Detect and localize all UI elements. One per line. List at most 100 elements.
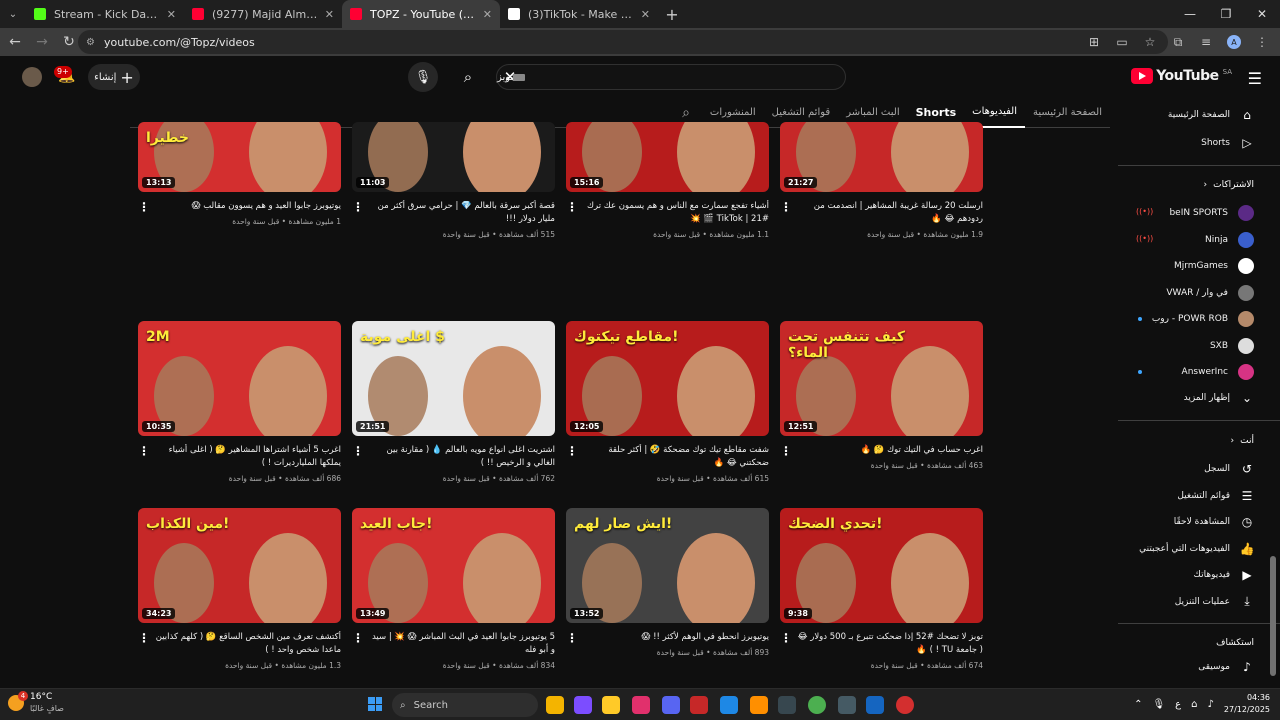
video-thumbnail[interactable]: 21:27 bbox=[780, 122, 983, 192]
tab-search-button[interactable]: ⌄ bbox=[0, 0, 26, 28]
video-title[interactable]: توبز لا تضحك #52 إذا ضحكت تتبرع بـ 500 د… bbox=[794, 631, 983, 657]
taskbar-app-icon[interactable] bbox=[574, 696, 592, 714]
video-menu-icon[interactable]: ⋮ bbox=[138, 444, 150, 458]
sidebar-item[interactable]: SXB bbox=[1210, 337, 1254, 354]
new-tab-button[interactable]: + bbox=[658, 0, 686, 28]
page-scrollbar[interactable] bbox=[1270, 556, 1276, 676]
sidebar-section-header[interactable]: أنت ‹ bbox=[1231, 436, 1254, 446]
search-icon[interactable]: ⌕ bbox=[452, 62, 484, 92]
keyboard-icon[interactable] bbox=[513, 74, 525, 81]
cast-icon[interactable]: ▭ bbox=[1110, 30, 1134, 54]
video-thumbnail[interactable]: ايش صار لهم! 13:52 bbox=[566, 508, 769, 623]
channel-tab[interactable]: الصفحة الرئيسية bbox=[1025, 98, 1110, 128]
taskbar-app-icon[interactable] bbox=[778, 696, 796, 714]
video-card[interactable]: مين الكذاب! 34:23 أكتشف تعرف مين الشخص الس… bbox=[138, 508, 341, 670]
browser-tab[interactable]: TOPZ - YouTube تويز (9277) ✕ bbox=[342, 0, 500, 28]
video-card[interactable]: تحدي الضحك! 9:38 توبز لا تضحك #52 إذا ضحكت… bbox=[780, 508, 983, 670]
translate-icon[interactable]: ⊞ bbox=[1082, 30, 1106, 54]
video-card[interactable]: 11:03 قصة أكبر سرقة بالعالم 💎 | حرامي سرق… bbox=[352, 122, 555, 239]
address-bar[interactable]: ⚙ youtube.com/@Topz/videos bbox=[78, 30, 1168, 54]
video-card[interactable]: خطيرا 13:13 يوتيوبرز جابوا العيد و هم يسوو… bbox=[138, 122, 341, 226]
video-thumbnail[interactable]: 11:03 bbox=[352, 122, 555, 192]
taskbar-app-icon[interactable] bbox=[546, 696, 564, 714]
sidebar-item[interactable]: ▶ فيديوهاتك bbox=[1194, 568, 1254, 582]
video-title[interactable]: أكتشف تعرف مين الشخص الساقع 🤔 ( كلهم كذا… bbox=[152, 631, 341, 657]
search-box[interactable]: توبز ✕ bbox=[496, 64, 846, 90]
forward-button[interactable]: → bbox=[30, 30, 54, 54]
microphone-icon[interactable]: 🎙 bbox=[1152, 699, 1165, 710]
sidebar-item[interactable]: ↺ السجل bbox=[1204, 462, 1254, 476]
sidebar-item[interactable]: POWR ROB - روب bbox=[1152, 311, 1254, 327]
back-button[interactable]: ← bbox=[3, 30, 27, 54]
video-title[interactable]: اشتريت اغلى انواع مويه بالعالم 💧 ( مقارن… bbox=[366, 444, 555, 470]
maximize-button[interactable]: ❐ bbox=[1208, 0, 1244, 28]
tab-close-icon[interactable]: ✕ bbox=[325, 8, 334, 21]
network-icon[interactable]: ⌂ bbox=[1191, 699, 1197, 710]
video-card[interactable]: 15:16 أشياء تفجع سمارت مع الناس و هم يسمو… bbox=[566, 122, 769, 239]
sidebar-item[interactable]: ⌂ الصفحة الرئيسية bbox=[1168, 108, 1254, 122]
browser-menu-icon[interactable]: ⋮ bbox=[1250, 30, 1274, 54]
video-card[interactable]: كيف تتنفس تحت الماء؟ 12:51 اغرب حساب في ال… bbox=[780, 321, 983, 470]
video-title[interactable]: 5 يوتيوبرز جابوا العيد في البث المباشر 😱… bbox=[366, 631, 555, 657]
taskbar-app-icon[interactable] bbox=[750, 696, 768, 714]
video-title[interactable]: يوتيوبرز جابوا العيد و هم يسوون مقالب 😱 bbox=[152, 200, 341, 213]
video-thumbnail[interactable]: 2M 10:35 bbox=[138, 321, 341, 436]
sidebar-section-header[interactable]: الاشتراكات ‹ bbox=[1204, 180, 1254, 190]
taskbar-search[interactable]: ⌕ Search bbox=[392, 693, 538, 717]
video-thumbnail[interactable]: مين الكذاب! 34:23 bbox=[138, 508, 341, 623]
sidebar-item[interactable]: Ninja bbox=[1205, 231, 1254, 248]
video-title[interactable]: ارسلت 20 رسالة غريبة المشاهير | انصدمت م… bbox=[794, 200, 983, 226]
video-title[interactable]: اغرب 5 أشياء اشتراها المشاهير 🤔 ( اغلى أ… bbox=[152, 444, 341, 470]
video-thumbnail[interactable]: 15:16 bbox=[566, 122, 769, 192]
video-thumbnail[interactable]: جاب العيد! 13:49 bbox=[352, 508, 555, 623]
file-explorer-icon[interactable] bbox=[602, 696, 620, 714]
profile-avatar[interactable]: A bbox=[1227, 35, 1241, 49]
hamburger-menu-icon[interactable]: ☰ bbox=[1248, 69, 1262, 88]
video-menu-icon[interactable]: ⋮ bbox=[138, 200, 150, 214]
sidebar-item[interactable]: ⤓ عمليات التنزيل bbox=[1175, 594, 1254, 609]
voice-search-icon[interactable]: 🎙 bbox=[408, 62, 438, 92]
video-title[interactable]: شفت مقاطع تيك توك مضحكة 🤣 | أكثر حلقة ضح… bbox=[580, 444, 769, 470]
browser-tab[interactable]: (3)TikTok - Make Your Day ✕ bbox=[500, 0, 658, 28]
chrome-icon[interactable] bbox=[808, 696, 826, 714]
video-menu-icon[interactable]: ⋮ bbox=[780, 200, 792, 214]
sidebar-item[interactable]: ♪ موسيقى bbox=[1198, 660, 1254, 674]
video-title[interactable]: يوتيوبرز انحطو في الوهم لأكثر !! 😱 bbox=[580, 631, 769, 644]
video-card[interactable]: 2M 10:35 اغرب 5 أشياء اشتراها المشاهير 🤔 (… bbox=[138, 321, 341, 483]
edge-icon[interactable] bbox=[720, 696, 738, 714]
video-menu-icon[interactable]: ⋮ bbox=[138, 631, 150, 645]
video-thumbnail[interactable]: كيف تتنفس تحت الماء؟ 12:51 bbox=[780, 321, 983, 436]
video-menu-icon[interactable]: ⋮ bbox=[780, 631, 792, 645]
video-menu-icon[interactable]: ⋮ bbox=[566, 631, 578, 645]
sidebar-item[interactable]: MjrmGames bbox=[1174, 258, 1254, 274]
sidebar-item[interactable]: AnswerInc bbox=[1182, 364, 1254, 380]
weather-widget[interactable]: 4 16°C صافٍ غالبًا bbox=[8, 691, 64, 714]
start-button-icon[interactable] bbox=[368, 697, 382, 711]
video-menu-icon[interactable]: ⋮ bbox=[352, 200, 364, 214]
site-info-icon[interactable]: ⚙ bbox=[86, 37, 95, 48]
video-card[interactable]: ايش صار لهم! 13:52 يوتيوبرز انحطو في الوهم… bbox=[566, 508, 769, 657]
sidebar-item[interactable]: في وار / VWAR bbox=[1166, 284, 1254, 301]
media-icon[interactable]: ≡ bbox=[1194, 30, 1218, 54]
sidebar-item[interactable]: ⌄ إظهار المزيد bbox=[1184, 391, 1254, 405]
video-title[interactable]: أشياء تفجع سمارت مع الناس و هم يسمون عك … bbox=[580, 200, 769, 226]
minimize-button[interactable]: — bbox=[1172, 0, 1208, 28]
taskbar-app-icon[interactable] bbox=[896, 696, 914, 714]
video-menu-icon[interactable]: ⋮ bbox=[780, 444, 792, 458]
video-card[interactable]: مقاطع تيكتوك! 12:05 شفت مقاطع تيك توك مضحك… bbox=[566, 321, 769, 483]
video-card[interactable]: اغلى موية $ 21:51 اشتريت اغلى انواع مويه ب… bbox=[352, 321, 555, 483]
browser-tab[interactable]: (9277) Majid Almohandis - Ge ✕ bbox=[184, 0, 342, 28]
extensions-icon[interactable]: ⧉ bbox=[1166, 30, 1190, 54]
input-language[interactable]: ع bbox=[1175, 699, 1181, 710]
taskbar-app-icon[interactable] bbox=[838, 696, 856, 714]
video-thumbnail[interactable]: خطيرا 13:13 bbox=[138, 122, 341, 192]
video-menu-icon[interactable]: ⋮ bbox=[352, 631, 364, 645]
sidebar-item[interactable]: 👍 الفيديوهات التي أعجبتني bbox=[1139, 542, 1254, 556]
account-avatar[interactable] bbox=[22, 67, 42, 87]
sidebar-item[interactable]: ◷ المشاهدة لاحقًا bbox=[1174, 515, 1254, 529]
youtube-logo[interactable]: YouTube SA bbox=[1131, 68, 1232, 84]
sidebar-item[interactable]: ☰ قوائم التشغيل bbox=[1177, 489, 1254, 503]
tray-overflow-icon[interactable]: ⌃ bbox=[1134, 699, 1142, 710]
steam-icon[interactable] bbox=[866, 696, 884, 714]
sidebar-item[interactable]: beIN SPORTS bbox=[1169, 205, 1254, 221]
